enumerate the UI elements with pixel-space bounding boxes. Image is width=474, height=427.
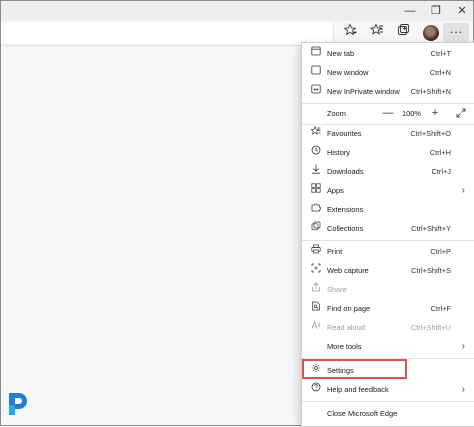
fullscreen-icon[interactable]	[453, 104, 469, 123]
chevron-right-icon: ›	[461, 185, 465, 196]
zoom-in-button[interactable]: +	[427, 104, 443, 123]
menu-item-favourites[interactable]: Favourites Ctrl+Shift+O	[302, 124, 474, 143]
print-shortcut: Ctrl+P	[430, 247, 451, 256]
new-tab-icon	[310, 44, 322, 63]
menu-item-downloads[interactable]: Downloads Ctrl+J	[302, 162, 474, 181]
find-on-page-icon	[310, 299, 322, 318]
collections-icon[interactable]	[392, 23, 414, 43]
title-bar: — ❐ ✕	[1, 1, 473, 21]
read-aloud-icon	[310, 318, 322, 337]
collections-menu-icon	[310, 219, 322, 238]
help-feedback-label: Help and feedback	[327, 385, 389, 394]
favourites-label: Favourites	[327, 129, 362, 138]
page-content	[1, 46, 301, 425]
settings-highlight-box	[302, 359, 407, 379]
downloads-label: Downloads	[327, 167, 364, 176]
chevron-right-icon: ›	[461, 341, 465, 352]
web-capture-label: Web capture	[327, 266, 369, 275]
apps-label: Apps	[327, 186, 344, 195]
download-icon	[310, 162, 322, 181]
menu-item-history[interactable]: History Ctrl+H	[302, 143, 474, 162]
read-aloud-shortcut: Ctrl+Shift+U	[410, 323, 451, 332]
new-inprivate-shortcut: Ctrl+Shift+N	[410, 87, 451, 96]
more-tools-label: More tools	[327, 342, 362, 351]
collections-shortcut: Ctrl+Shift+Y	[411, 224, 451, 233]
profile-avatar[interactable]	[423, 25, 439, 41]
menu-item-new-window[interactable]: New window Ctrl+N	[302, 63, 474, 82]
print-label: Print	[327, 247, 343, 256]
find-on-page-label: Find on page	[327, 304, 371, 313]
menu-item-share: Share	[302, 280, 474, 299]
extensions-puzzle-icon	[310, 200, 322, 219]
menu-item-read-aloud: Read aloud Ctrl+Shift+U	[302, 318, 474, 337]
history-icon	[310, 143, 322, 162]
new-window-shortcut: Ctrl+N	[429, 68, 451, 77]
brand-logo	[6, 391, 32, 417]
minimize-button[interactable]: —	[397, 2, 423, 20]
zoom-label: Zoom	[327, 109, 346, 118]
close-edge-label: Close Microsoft Edge	[327, 409, 398, 418]
web-capture-shortcut: Ctrl+Shift+S	[411, 266, 451, 275]
collections-label: Collections	[327, 224, 364, 233]
new-tab-shortcut: Ctrl+T	[430, 49, 451, 58]
address-bar[interactable]	[1, 23, 334, 43]
menu-divider	[302, 240, 474, 241]
web-capture-icon	[310, 261, 322, 280]
add-favourite-icon[interactable]	[339, 23, 361, 43]
new-window-icon	[310, 63, 322, 82]
menu-item-web-capture[interactable]: Web capture Ctrl+Shift+S	[302, 261, 474, 280]
new-window-label: New window	[327, 68, 369, 77]
menu-divider	[302, 401, 474, 402]
read-aloud-label: Read aloud	[327, 323, 365, 332]
print-icon	[310, 242, 322, 261]
new-tab-label: New tab	[327, 49, 355, 58]
share-icon	[310, 280, 322, 299]
favourites-shortcut: Ctrl+Shift+O	[410, 129, 451, 138]
settings-and-more-button[interactable]: ···	[443, 23, 469, 43]
close-window-button[interactable]: ✕	[449, 2, 473, 20]
zoom-level: 100%	[402, 109, 421, 118]
downloads-shortcut: Ctrl+J	[431, 167, 451, 176]
history-label: History	[327, 148, 350, 157]
favourites-icon[interactable]	[366, 23, 388, 43]
inprivate-icon	[310, 82, 322, 101]
menu-item-help-and-feedback[interactable]: Help and feedback ›	[302, 380, 474, 399]
menu-item-new-tab[interactable]: New tab Ctrl+T	[302, 44, 474, 63]
chevron-right-icon: ›	[461, 384, 465, 395]
help-icon	[310, 380, 322, 399]
menu-item-collections[interactable]: Collections Ctrl+Shift+Y	[302, 219, 474, 238]
favourites-star-icon	[310, 124, 322, 143]
restore-button[interactable]: ❐	[423, 2, 449, 20]
share-label: Share	[327, 285, 347, 294]
new-inprivate-label: New InPrivate window	[327, 87, 400, 96]
zoom-out-button[interactable]: —	[380, 104, 396, 123]
menu-item-print[interactable]: Print Ctrl+P	[302, 242, 474, 261]
menu-item-close-microsoft-edge[interactable]: Close Microsoft Edge	[302, 404, 474, 423]
menu-item-extensions[interactable]: Extensions	[302, 200, 474, 219]
extensions-label: Extensions	[327, 205, 364, 214]
menu-item-zoom: Zoom — 100% +	[302, 104, 474, 123]
menu-item-apps[interactable]: Apps ›	[302, 181, 474, 200]
history-shortcut: Ctrl+H	[429, 148, 451, 157]
menu-item-new-inprivate-window[interactable]: New InPrivate window Ctrl+Shift+N	[302, 82, 474, 101]
apps-icon	[310, 181, 322, 200]
find-on-page-shortcut: Ctrl+F	[430, 304, 451, 313]
menu-item-more-tools[interactable]: More tools ›	[302, 337, 474, 356]
menu-item-find-on-page[interactable]: Find on page Ctrl+F	[302, 299, 474, 318]
